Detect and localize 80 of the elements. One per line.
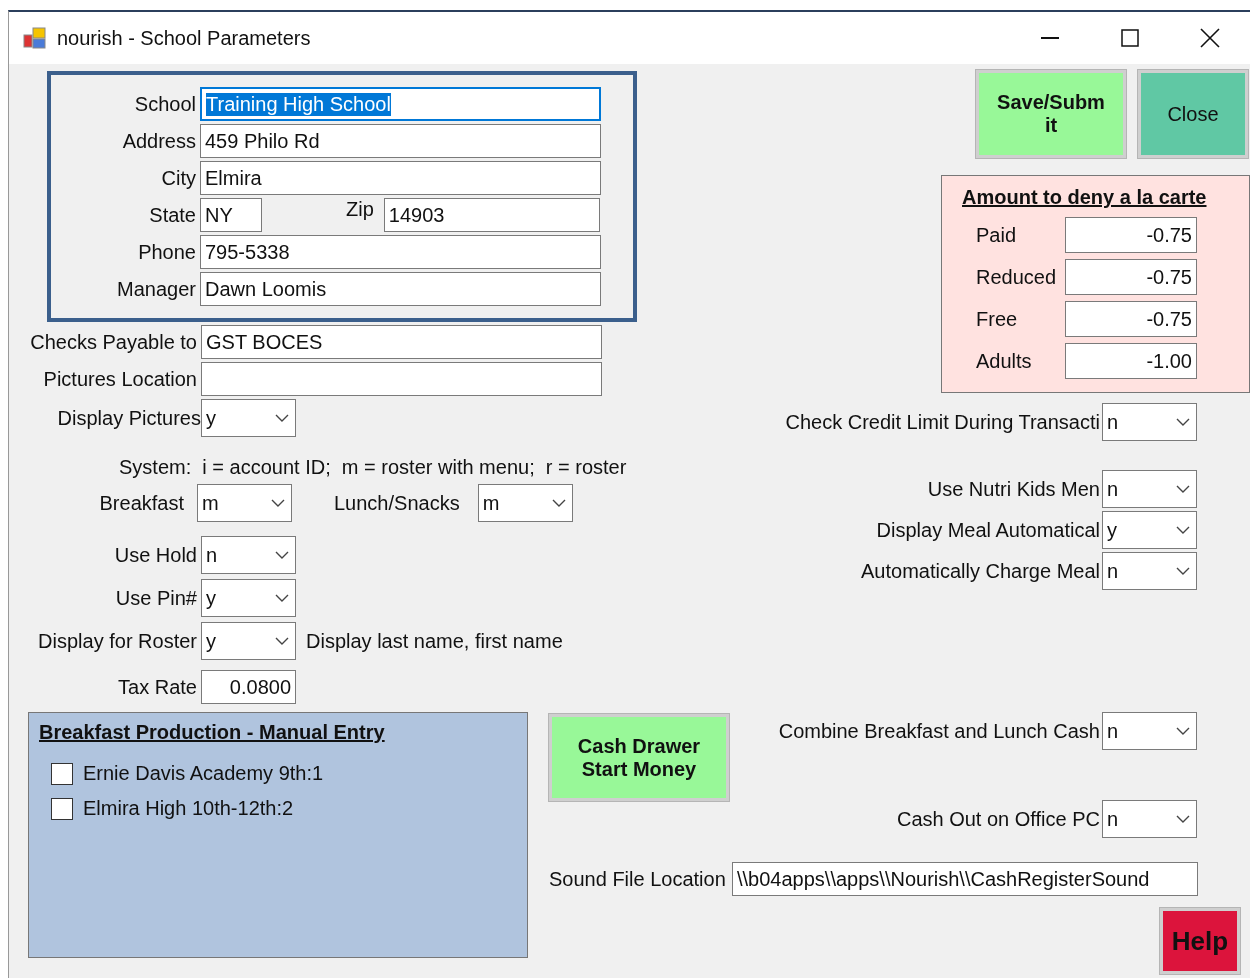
text-field[interactable]: 459 Philo Rd bbox=[200, 124, 601, 158]
field-label: Display Meal Automatical bbox=[876, 518, 1100, 542]
text-field[interactable]: 795-5338 bbox=[200, 235, 601, 269]
field-label: Zip bbox=[346, 198, 374, 221]
field-label: Reduced bbox=[975, 265, 1058, 289]
field-label: Use Hold bbox=[113, 543, 197, 567]
dropdown[interactable]: n bbox=[1102, 712, 1197, 750]
help-button[interactable]: Help bbox=[1160, 908, 1240, 974]
text-field[interactable]: Training High School bbox=[200, 87, 601, 121]
dropdown[interactable]: m bbox=[477, 484, 573, 522]
system-note: System: i = account ID; m = roster with menu; r = roster bbox=[119, 456, 628, 479]
text-field[interactable]: 0.0800 bbox=[201, 670, 296, 704]
field-label: State bbox=[148, 203, 196, 227]
dropdown[interactable]: n bbox=[201, 536, 296, 574]
dropdown[interactable]: y bbox=[201, 622, 296, 660]
field-label: Combine Breakfast and Lunch Cash bbox=[778, 719, 1100, 743]
dropdown[interactable]: n bbox=[1102, 552, 1197, 590]
field-label: Breakfast bbox=[98, 491, 184, 515]
text-field[interactable]: -0.75 bbox=[1065, 301, 1197, 337]
chevron-icon bbox=[275, 551, 289, 559]
field-label: Paid bbox=[975, 223, 1018, 247]
dropdown[interactable]: y bbox=[201, 579, 296, 617]
chevron-icon bbox=[1176, 418, 1190, 426]
field-label: Use Pin# bbox=[114, 586, 197, 610]
field-label: Pictures Location bbox=[42, 367, 197, 391]
field-label: Use Nutri Kids Men bbox=[927, 477, 1100, 501]
field-label: Check Credit Limit During Transacti bbox=[785, 410, 1100, 434]
dropdown[interactable]: y bbox=[201, 399, 296, 437]
chevron-icon bbox=[1176, 485, 1190, 493]
text-field[interactable]: \\b04apps\\apps\\Nourish\\CashRegisterSound bbox=[732, 862, 1198, 896]
field-label: School bbox=[133, 92, 196, 116]
dropdown[interactable]: n bbox=[1102, 800, 1197, 838]
text-field[interactable]: -1.00 bbox=[1065, 343, 1197, 379]
field-label: Phone bbox=[137, 240, 196, 264]
text-field[interactable]: Dawn Loomis bbox=[200, 272, 601, 306]
text-field[interactable]: -0.75 bbox=[1065, 259, 1197, 295]
field-label: Tax Rate bbox=[117, 675, 197, 699]
field-label: Checks Payable to bbox=[29, 330, 197, 354]
checkbox-label: Ernie Davis Academy 9th:1 bbox=[83, 762, 324, 785]
dropdown[interactable]: n bbox=[1102, 470, 1197, 508]
field-label: Manager bbox=[116, 277, 196, 301]
window-title: nourish - School Parameters bbox=[57, 26, 311, 50]
field-label: Free bbox=[975, 307, 1019, 331]
chevron-icon bbox=[271, 499, 285, 507]
field-label: Adults bbox=[975, 349, 1033, 373]
checkbox-label: Elmira High 10th-12th:2 bbox=[83, 797, 294, 820]
panel-title: Breakfast Production - Manual Entry bbox=[39, 721, 386, 744]
text-field[interactable]: GST BOCES bbox=[201, 325, 602, 359]
chevron-icon bbox=[275, 594, 289, 602]
chevron-icon bbox=[275, 637, 289, 645]
field-label: Lunch/Snacks bbox=[334, 491, 460, 515]
text-field[interactable]: -0.75 bbox=[1065, 217, 1197, 253]
field-label: Display for Roster bbox=[37, 629, 197, 653]
checkbox[interactable] bbox=[51, 762, 73, 785]
chevron-icon bbox=[275, 414, 289, 422]
field-label: Automatically Charge Meal bbox=[861, 559, 1100, 583]
checkbox[interactable] bbox=[51, 797, 73, 820]
field-label: Sound File Location bbox=[549, 867, 727, 891]
chevron-icon bbox=[1176, 727, 1190, 735]
chevron-icon bbox=[551, 499, 566, 507]
dropdown[interactable]: y bbox=[1102, 511, 1197, 549]
chevron-icon bbox=[1176, 815, 1190, 823]
chevron-icon bbox=[1176, 567, 1190, 575]
text-field[interactable] bbox=[201, 362, 602, 396]
panel-title: Amount to deny a la carte bbox=[962, 186, 1208, 209]
field-label: Cash Out on Office PC bbox=[896, 807, 1100, 831]
save-button[interactable]: Save/Submit bbox=[976, 70, 1126, 158]
text-field[interactable]: Elmira bbox=[200, 161, 601, 195]
field-label: City bbox=[160, 166, 196, 190]
text-field[interactable]: NY bbox=[200, 198, 262, 232]
text-field[interactable]: 14903 bbox=[383, 198, 600, 232]
hint-text: Display last name, first name bbox=[306, 629, 563, 653]
field-label: Address bbox=[121, 129, 196, 153]
dropdown[interactable]: m bbox=[197, 484, 292, 522]
dropdown[interactable]: n bbox=[1102, 403, 1197, 441]
field-label: Display Pictures bbox=[56, 406, 201, 430]
app-icon bbox=[23, 26, 47, 50]
cash-drawer-button[interactable]: Cash Drawer Start Money bbox=[549, 714, 729, 801]
close-button[interactable]: Close bbox=[1138, 70, 1248, 158]
chevron-icon bbox=[1176, 526, 1190, 534]
